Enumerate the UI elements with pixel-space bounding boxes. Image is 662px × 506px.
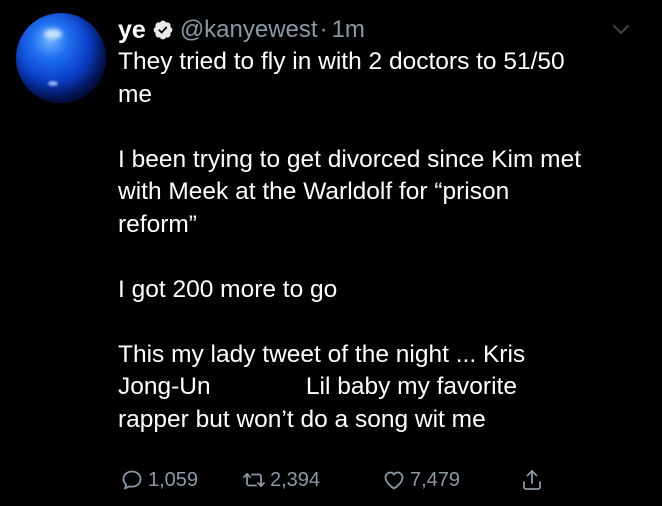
retweet-icon	[243, 473, 265, 487]
avatar-highlight	[44, 29, 62, 39]
like-count: 7,479	[410, 468, 461, 491]
reply-icon	[122, 470, 142, 490]
chevron-down-icon[interactable]	[612, 24, 630, 36]
handle[interactable]: @kanyewest	[180, 16, 318, 44]
tweet-header: ye @kanyewest · 1m	[118, 14, 365, 46]
share-icon	[523, 470, 541, 490]
display-name[interactable]: ye	[118, 16, 146, 45]
avatar[interactable]	[16, 13, 106, 103]
timestamp[interactable]: 1m	[332, 16, 365, 44]
retweet-button[interactable]: 2,394	[242, 466, 320, 494]
separator-dot: ·	[319, 16, 328, 43]
like-button[interactable]: 7,479	[382, 466, 460, 494]
reply-count: 1,059	[148, 468, 199, 491]
tweet[interactable]: ye @kanyewest · 1m They tried to fly in …	[0, 0, 662, 506]
tweet-text: They tried to fly in with 2 doctors to 5…	[118, 48, 581, 433]
tweet-actions: 1,059 2,394 7,479	[120, 466, 560, 494]
verified-badge-icon	[152, 19, 174, 41]
heart-icon	[384, 471, 404, 490]
retweet-count: 2,394	[270, 468, 321, 491]
share-button[interactable]	[520, 466, 548, 494]
reply-button[interactable]: 1,059	[120, 466, 198, 494]
avatar-speck	[48, 81, 58, 86]
